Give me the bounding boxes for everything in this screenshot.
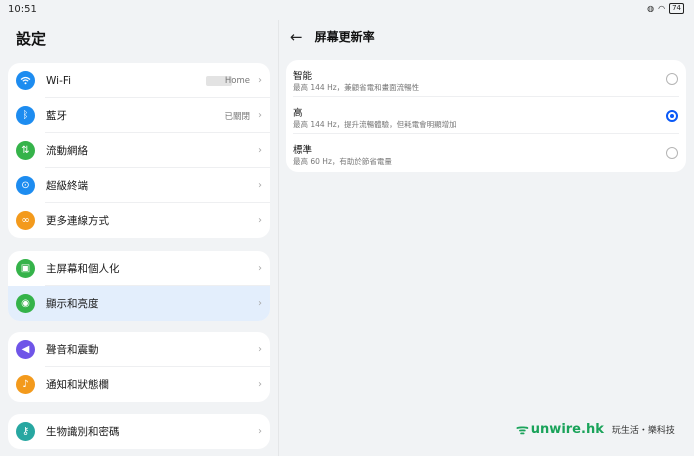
sidebar-item-label: 顯示和亮度	[46, 298, 99, 310]
option-standard[interactable]: 標準 最高 60 Hz，有助於節省電量	[286, 134, 686, 171]
page-title: 屏幕更新率	[314, 30, 375, 44]
mobile-data-icon: ⇅	[16, 141, 35, 160]
option-description: 最高 144 Hz，提升流暢體驗，但耗電會明顯增加	[293, 120, 457, 129]
sidebar-item-label: 聲音和震動	[46, 344, 99, 356]
battery-icon: 74	[669, 3, 684, 14]
chevron-right-icon: ›	[258, 110, 262, 121]
sidebar-item-sound[interactable]: ◀ 聲音和震動 ›	[8, 332, 270, 367]
bluetooth-icon: ᛒ	[16, 106, 35, 125]
settings-group-sound: ◀ 聲音和震動 › ♪ 通知和狀態欄 ›	[8, 332, 270, 402]
sidebar-item-biometrics[interactable]: ⚷ 生物識別和密碼 ›	[8, 414, 270, 449]
key-icon: ⚷	[16, 422, 35, 441]
bell-icon: ♪	[16, 375, 35, 394]
watermark-brand: unwire.hk	[530, 422, 604, 437]
detail-header: ← 屏幕更新率	[290, 28, 375, 45]
settings-group-display: ▣ 主屏幕和個人化 › ◉ 顯示和亮度 ›	[8, 251, 270, 321]
sidebar-item-label: 更多連線方式	[46, 215, 109, 227]
sidebar-item-home-screen[interactable]: ▣ 主屏幕和個人化 ›	[8, 251, 270, 286]
option-name: 標準	[293, 145, 313, 156]
sidebar-item-label: 藍牙	[46, 110, 67, 122]
sidebar-item-label: 通知和狀態欄	[46, 379, 109, 391]
sidebar-item-mobile-data[interactable]: ⇅ 流動網絡 ›	[8, 133, 270, 168]
watermark: ᯤ unwire.hk 玩生活・樂科技	[516, 420, 675, 439]
sidebar-item-notifications[interactable]: ♪ 通知和狀態欄 ›	[8, 367, 270, 402]
sidebar-item-label: 主屏幕和個人化	[46, 263, 120, 275]
settings-group-connectivity: Wi-Fi Home › ᛒ 藍牙 已關閉 › ⇅ 流動網絡 › ⊙ 超級終端 …	[8, 63, 270, 238]
link-icon: ∞	[16, 211, 35, 230]
settings-group-security: ⚷ 生物識別和密碼 ›	[8, 414, 270, 449]
radio-button[interactable]	[666, 73, 678, 85]
wifi-status-icon: ◠	[658, 4, 666, 13]
chevron-right-icon: ›	[258, 298, 262, 309]
sidebar-item-super-device[interactable]: ⊙ 超級終端 ›	[8, 168, 270, 203]
vibrate-icon: ◍	[647, 4, 655, 13]
chevron-right-icon: ›	[258, 263, 262, 274]
sidebar-item-label: 生物識別和密碼	[46, 426, 120, 438]
chevron-right-icon: ›	[258, 426, 262, 437]
chevron-right-icon: ›	[258, 379, 262, 390]
chevron-right-icon: ›	[258, 75, 262, 86]
chevron-right-icon: ›	[258, 180, 262, 191]
sidebar-item-more-connections[interactable]: ∞ 更多連線方式 ›	[8, 203, 270, 238]
pane-divider	[278, 20, 279, 456]
eye-icon: ◉	[16, 294, 35, 313]
wifi-network-value: Home	[224, 75, 250, 86]
option-name: 高	[293, 108, 303, 119]
wifi-icon	[16, 71, 35, 90]
system-icons: ◍ ◠ 74	[647, 3, 684, 14]
sidebar-item-display-brightness[interactable]: ◉ 顯示和亮度 ›	[8, 286, 270, 321]
sidebar-item-bluetooth[interactable]: ᛒ 藍牙 已關閉 ›	[8, 98, 270, 133]
settings-title: 設定	[16, 30, 47, 48]
sidebar-item-label: Wi-Fi	[46, 74, 72, 87]
option-smart[interactable]: 智能 最高 144 Hz，兼顧省電和畫面流暢性	[286, 60, 686, 97]
clock: 10:51	[8, 4, 37, 15]
sidebar-item-label: 超級終端	[46, 180, 88, 192]
wallpaper-icon: ▣	[16, 259, 35, 278]
bluetooth-status-value: 已關閉	[224, 111, 250, 122]
chevron-right-icon: ›	[258, 145, 262, 156]
option-name: 智能	[293, 71, 313, 82]
option-description: 最高 144 Hz，兼顧省電和畫面流暢性	[293, 83, 420, 92]
option-description: 最高 60 Hz，有助於節省電量	[293, 157, 392, 166]
chevron-right-icon: ›	[258, 215, 262, 226]
speaker-icon: ◀	[16, 340, 35, 359]
radio-button[interactable]	[666, 147, 678, 159]
radio-button-selected[interactable]	[666, 110, 678, 122]
sidebar-item-wifi[interactable]: Wi-Fi Home ›	[8, 63, 270, 98]
watermark-tagline: 玩生活・樂科技	[611, 426, 675, 436]
wifi-logo-icon: ᯤ	[516, 422, 529, 438]
sidebar-item-label: 流動網絡	[46, 145, 88, 157]
refresh-rate-options: 智能 最高 144 Hz，兼顧省電和畫面流暢性 高 最高 144 Hz，提升流暢…	[286, 60, 686, 172]
chevron-right-icon: ›	[258, 344, 262, 355]
back-arrow-icon[interactable]: ←	[290, 29, 303, 45]
status-bar: 10:51 ◍ ◠ 74	[0, 0, 694, 20]
super-device-icon: ⊙	[16, 176, 35, 195]
option-high[interactable]: 高 最高 144 Hz，提升流暢體驗，但耗電會明顯增加	[286, 97, 686, 134]
